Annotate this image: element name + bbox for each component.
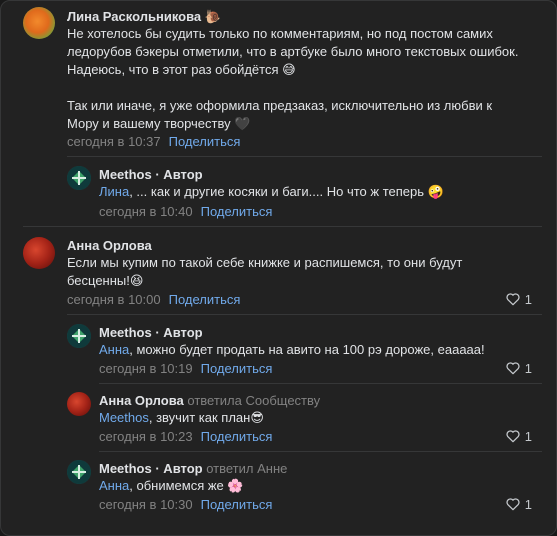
mention-link[interactable]: Анна [99,342,129,357]
comment-text: Анна, можно будет продать на авито на 10… [99,342,485,357]
comment-meta: сегодня в 10:23 Поделиться [99,429,272,444]
snail-emoji: 🐌 [204,10,221,25]
comment-meta: сегодня в 10:19 Поделиться [99,361,272,376]
author-name[interactable]: Лина Раскольникова 🐌 [67,9,221,25]
comment-text: Meethos, звучит как план😎 [99,410,264,425]
avatar[interactable] [23,7,55,39]
author-name[interactable]: Анна Орлова [67,238,152,253]
divider [67,314,542,315]
divider [67,156,542,157]
like-button[interactable]: 1 [505,291,532,307]
like-count: 1 [524,360,532,376]
timestamp[interactable]: сегодня в 10:00 [67,292,161,307]
timestamp[interactable]: сегодня в 10:40 [99,204,193,219]
author-name[interactable]: Meethos · Автор [99,325,203,340]
avatar[interactable] [67,324,91,348]
reply-context: ответил Анне [206,461,288,476]
share-button[interactable]: Поделиться [201,361,273,376]
comment-meta: сегодня в 10:00 Поделиться [67,292,240,307]
author-badge: · Автор [155,325,203,340]
avatar[interactable] [23,237,55,269]
avatar[interactable] [67,166,91,190]
comment-text: Анна, обнимемся же 🌸 [99,478,244,493]
like-count: 1 [524,496,532,512]
share-button[interactable]: Поделиться [169,134,241,149]
share-button[interactable]: Поделиться [201,429,273,444]
author-name[interactable]: Meethos · Автор ответил Анне [99,461,287,476]
timestamp[interactable]: сегодня в 10:37 [67,134,161,149]
heart-icon [506,498,520,511]
author-name[interactable]: Анна Орлова ответила Сообществу [99,393,320,408]
mention-link[interactable]: Лина [99,184,129,199]
comment-meta: сегодня в 10:40 Поделиться [99,204,272,219]
comment-text: Не хотелось бы судить только по коммента… [67,26,519,131]
meethos-logo-icon [67,166,91,190]
divider [99,451,542,452]
meethos-logo-icon [67,460,91,484]
author-badge: · Автор [155,167,203,182]
comments-panel: Лина Раскольникова 🐌 Не хотелось бы суди… [0,0,557,536]
timestamp[interactable]: сегодня в 10:23 [99,429,193,444]
like-count: 1 [524,291,532,307]
divider [99,383,542,384]
share-button[interactable]: Поделиться [201,204,273,219]
like-button[interactable]: 1 [505,428,532,444]
like-count: 1 [524,428,532,444]
heart-icon [506,362,520,375]
reply-context: ответила Сообществу [187,393,321,408]
heart-icon [506,430,520,443]
mention-link[interactable]: Анна [99,478,129,493]
meethos-logo-icon [67,324,91,348]
author-badge: · Автор [155,461,203,476]
author-name[interactable]: Meethos · Автор [99,167,203,182]
like-button[interactable]: 1 [505,496,532,512]
timestamp[interactable]: сегодня в 10:19 [99,361,193,376]
share-button[interactable]: Поделиться [169,292,241,307]
heart-icon [506,293,520,306]
comment-text: Если мы купим по такой себе книжке и рас… [67,255,463,288]
share-button[interactable]: Поделиться [201,497,273,512]
timestamp[interactable]: сегодня в 10:30 [99,497,193,512]
avatar[interactable] [67,392,91,416]
avatar[interactable] [67,460,91,484]
divider [23,226,542,227]
mention-link[interactable]: Meethos [99,410,149,425]
comment-text: Лина, ... как и другие косяки и баги....… [99,184,444,199]
comment-meta: сегодня в 10:30 Поделиться [99,497,272,512]
like-button[interactable]: 1 [505,360,532,376]
comment-meta: сегодня в 10:37 Поделиться [67,134,240,149]
